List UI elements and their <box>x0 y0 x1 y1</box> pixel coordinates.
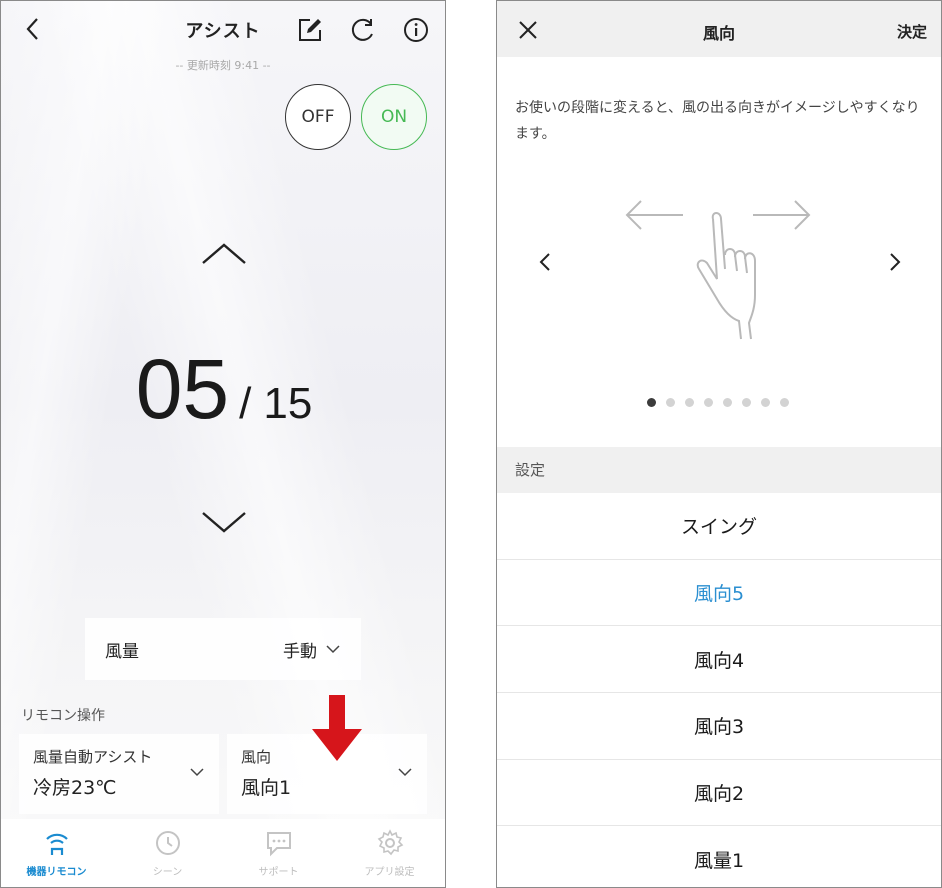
gear-icon <box>377 829 403 856</box>
tab-label: サポート <box>258 867 299 878</box>
tab-app-settings[interactable]: アプリ設定 <box>334 819 445 887</box>
tab-bar: 機器リモコン シーン サポート アプリ設定 <box>1 819 445 887</box>
carousel-dot[interactable] <box>647 398 656 407</box>
option-volume-1[interactable]: 風量1 <box>497 826 941 887</box>
chevron-down-icon[interactable] <box>197 507 251 537</box>
carousel-dot[interactable] <box>666 398 675 407</box>
option-direction-5[interactable]: 風向5 <box>497 560 941 627</box>
wind-direction-screen: 風向 決定 お使いの段階に変えると、風の出る向きがイメージしやすくなります。 設… <box>496 0 942 888</box>
tab-remote[interactable]: 機器リモコン <box>1 819 112 887</box>
option-direction-2[interactable]: 風向2 <box>497 760 941 827</box>
remote-section-label: リモコン操作 <box>21 708 105 724</box>
carousel-dot[interactable] <box>685 398 694 407</box>
option-swing[interactable]: スイング <box>497 493 941 560</box>
carousel-dot[interactable] <box>742 398 751 407</box>
wind-volume-value: 手動 <box>283 641 317 662</box>
tab-label: シーン <box>152 867 183 878</box>
counter-total: 15 <box>263 379 313 428</box>
power-off-button[interactable]: OFF <box>285 84 351 150</box>
carousel-dot[interactable] <box>704 398 713 407</box>
option-direction-4[interactable]: 風向4 <box>497 626 941 694</box>
done-button[interactable]: 決定 <box>897 21 927 42</box>
power-on-button[interactable]: ON <box>361 84 427 150</box>
header: 風向 決定 <box>497 1 941 57</box>
chevron-right-icon[interactable] <box>887 251 903 273</box>
chevron-left-icon[interactable] <box>537 251 553 273</box>
description: お使いの段階に変えると、風の出る向きがイメージしやすくなります。 <box>515 100 920 142</box>
carousel-dots <box>647 398 789 407</box>
info-icon[interactable] <box>403 17 429 43</box>
counter-separator: / <box>239 379 252 428</box>
carousel-dot[interactable] <box>723 398 732 407</box>
card-title: 風量自動アシスト <box>33 748 153 766</box>
settings-section-header: 設定 <box>497 447 941 493</box>
chevron-up-icon[interactable] <box>197 239 251 269</box>
remote-screen: アシスト -- 更新時刻 9:41 -- OFF ON 05/15 風量 手動 <box>0 0 446 888</box>
carousel-dot[interactable] <box>761 398 770 407</box>
tab-support[interactable]: サポート <box>223 819 334 887</box>
wind-volume-label: 風量 <box>105 641 139 662</box>
tab-scene[interactable]: シーン <box>112 819 223 887</box>
option-list: スイング 風向5 風向4 風向3 風向2 風量1 <box>497 493 941 887</box>
carousel-dot[interactable] <box>780 398 789 407</box>
red-down-arrow-annotation <box>312 695 362 761</box>
step-counter: 05/15 <box>1 341 445 438</box>
counter-current: 05 <box>135 342 230 436</box>
chevron-down-icon <box>326 645 340 654</box>
refresh-icon[interactable] <box>350 17 376 43</box>
chevron-down-icon <box>190 768 204 777</box>
edit-icon[interactable] <box>297 17 323 43</box>
update-time: -- 更新時刻 9:41 -- <box>175 59 271 72</box>
page-title: 風向 <box>702 24 735 43</box>
clock-icon <box>155 831 180 855</box>
chat-icon <box>266 832 291 857</box>
card-value: 風向1 <box>241 777 292 799</box>
chevron-down-icon <box>398 768 412 777</box>
assist-card[interactable]: 風量自動アシスト 冷房23℃ <box>19 734 219 814</box>
option-direction-3[interactable]: 風向3 <box>497 693 941 760</box>
page-title: アシスト <box>185 21 261 42</box>
tab-label: 機器リモコン <box>26 867 87 878</box>
wind-volume-select[interactable]: 風量 手動 <box>85 618 361 680</box>
header: アシスト <box>1 1 445 59</box>
remote-wifi-icon <box>45 833 68 855</box>
swipe-hand-icon <box>625 200 811 340</box>
card-value: 冷房23℃ <box>33 777 117 799</box>
tab-label: アプリ設定 <box>364 867 415 878</box>
